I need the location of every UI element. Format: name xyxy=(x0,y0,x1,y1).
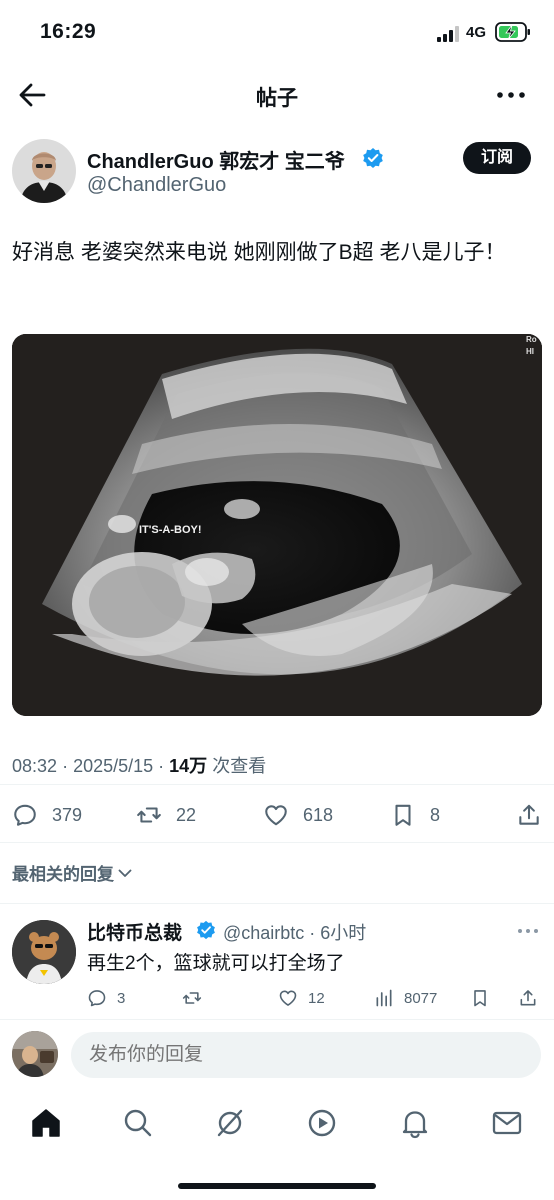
reply-text: 再生2个，篮球就可以打全场了 xyxy=(87,953,345,974)
author-avatar[interactable] xyxy=(12,139,76,203)
reply-display-name[interactable]: 比特币总裁 xyxy=(87,918,182,945)
search-icon[interactable] xyxy=(121,1106,155,1140)
reply-bookmark-button[interactable] xyxy=(470,984,500,1012)
top-nav: 帖子 xyxy=(0,66,554,124)
post-actions: 379 22 618 8 xyxy=(0,795,554,835)
views-chart-icon xyxy=(376,989,392,1007)
post-meta: 08:32 · 2025/5/15 · 14万 次查看 xyxy=(12,752,266,778)
like-button[interactable]: 618 xyxy=(263,795,333,835)
reply-repost-button[interactable] xyxy=(182,984,212,1012)
repost-button[interactable]: 22 xyxy=(136,795,196,835)
share-icon xyxy=(519,804,539,825)
reply-share-button[interactable] xyxy=(518,984,548,1012)
status-time: 16:29 xyxy=(40,20,97,43)
post-time: 08:32 xyxy=(12,756,58,776)
post-date: 2025/5/15 xyxy=(73,756,154,776)
composer-avatar[interactable] xyxy=(12,1031,58,1077)
reply-button[interactable]: 379 xyxy=(12,795,82,835)
divider xyxy=(0,903,554,904)
image-corner-text: Ro HI xyxy=(526,335,537,356)
more-horizontal-icon[interactable] xyxy=(516,925,540,937)
verified-badge-icon xyxy=(197,920,215,940)
divider xyxy=(0,1019,554,1020)
reply-icon xyxy=(14,804,36,826)
reply-sort-dropdown[interactable]: 最相关的回复 xyxy=(12,860,133,885)
reply-sort-label: 最相关的回复 xyxy=(12,865,114,884)
chevron-down-icon xyxy=(118,869,132,877)
post-text: 好消息 老婆突然来电说 她刚刚做了B超 老八是儿子！ xyxy=(12,241,506,264)
post-image-ultrasound[interactable] xyxy=(12,334,542,716)
reply-reply-button[interactable]: 3 xyxy=(87,984,125,1012)
repost-icon xyxy=(137,807,161,823)
status-bar: 16:29 4G xyxy=(0,0,554,66)
divider xyxy=(0,784,554,785)
battery-charging-icon xyxy=(495,22,530,42)
reply-avatar[interactable] xyxy=(12,920,76,984)
bookmark-icon xyxy=(395,804,411,826)
meta-separator: · xyxy=(158,756,170,776)
reply-like-count: 12 xyxy=(308,989,325,1007)
share-button[interactable] xyxy=(516,795,554,835)
reply-icon xyxy=(88,990,106,1007)
views-count: 14万 xyxy=(169,756,208,776)
reply-actions: 3 12 8077 xyxy=(0,984,554,1012)
bookmark-button[interactable]: 8 xyxy=(390,795,440,835)
reply-count: 379 xyxy=(52,804,83,825)
subscribe-button[interactable]: 订阅 xyxy=(463,142,531,174)
bookmark-icon xyxy=(474,990,486,1007)
page-title: 帖子 xyxy=(256,87,298,110)
reply-reply-count: 3 xyxy=(117,989,126,1007)
messages-icon[interactable] xyxy=(490,1106,524,1140)
bookmark-count: 8 xyxy=(430,804,441,825)
signal-icon xyxy=(437,26,459,42)
home-icon[interactable] xyxy=(29,1106,63,1140)
share-icon xyxy=(520,990,536,1006)
verified-badge-icon xyxy=(363,148,383,168)
repost-icon xyxy=(182,992,202,1004)
more-horizontal-icon[interactable] xyxy=(494,84,528,106)
bottom-tab-bar xyxy=(0,1094,554,1154)
like-count: 618 xyxy=(303,804,334,825)
repost-count: 22 xyxy=(176,804,197,825)
author-display-name[interactable]: ChandlerGuo 郭宏才 宝二爷 xyxy=(87,145,345,174)
video-icon[interactable] xyxy=(305,1106,339,1140)
author-handle[interactable]: @ChandlerGuo xyxy=(87,174,226,197)
grok-icon[interactable] xyxy=(213,1106,247,1140)
image-overlay-text: IT'S-A-BOY! xyxy=(139,524,202,536)
heart-icon xyxy=(279,990,297,1006)
heart-icon xyxy=(265,805,287,826)
network-label: 4G xyxy=(466,24,487,41)
reply-handle-time[interactable]: @chairbtc · 6小时 xyxy=(223,919,366,945)
reply-composer-input[interactable] xyxy=(71,1032,541,1078)
meta-separator: · xyxy=(62,756,74,776)
home-indicator xyxy=(178,1183,376,1189)
reply-views-button[interactable]: 8077 xyxy=(374,984,437,1012)
views-label: 次查看 xyxy=(212,756,267,776)
divider xyxy=(0,842,554,843)
reply-like-button[interactable]: 12 xyxy=(278,984,325,1012)
reply-views-count: 8077 xyxy=(404,989,438,1007)
notifications-icon[interactable] xyxy=(398,1106,432,1140)
